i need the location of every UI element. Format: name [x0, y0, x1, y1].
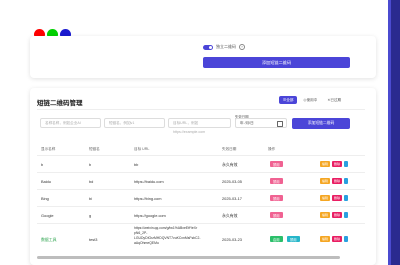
edit-button[interactable]: 编辑 — [320, 178, 330, 184]
status-badge[interactable]: 禁用 — [270, 212, 283, 218]
date-value: 年 /月/日 — [240, 121, 254, 125]
delete-button[interactable]: 删除 — [332, 178, 342, 184]
edit-button[interactable]: 编辑 — [320, 212, 330, 218]
view-expired-button[interactable]: ✕ 已过期 — [323, 96, 346, 104]
row-divider — [37, 206, 365, 207]
status-badge[interactable]: 禁用 — [270, 178, 283, 184]
row-url[interactable]: https://google.com — [134, 213, 166, 218]
row-expiry: 2025-03-17 — [222, 196, 242, 201]
row-url[interactable]: bb — [134, 162, 138, 167]
delete-button[interactable]: 删除 — [332, 236, 342, 242]
row-name: b — [41, 162, 44, 167]
add-qr-button[interactable]: 添加短链二维码 — [292, 118, 350, 129]
row-divider — [37, 189, 365, 190]
horizontal-scrollbar[interactable] — [37, 256, 340, 259]
view-active-label: 使用中 — [306, 97, 318, 102]
enable-badge[interactable]: 启用 — [270, 236, 283, 242]
row-expiry: 2025-03-23 — [222, 237, 242, 242]
toggle-label: 独立二维码 — [216, 44, 236, 49]
row-code: b — [89, 162, 92, 167]
row-name: Bing — [41, 196, 49, 201]
row-divider — [37, 223, 365, 224]
more-button[interactable] — [344, 195, 348, 201]
add-qr-button-top[interactable]: 添加短链二维码 — [203, 57, 350, 68]
help-icon[interactable]: ? — [239, 44, 245, 50]
divider — [37, 109, 365, 110]
row-divider — [37, 172, 365, 173]
url-input[interactable]: 目标URL，例如https://example.com — [168, 118, 231, 134]
row-url[interactable]: https://bing.com — [134, 196, 161, 201]
edit-button[interactable]: 编辑 — [320, 161, 330, 167]
row-name: Baidu — [41, 179, 51, 184]
more-button[interactable] — [344, 161, 348, 167]
column-header-name: 显示名称 — [41, 147, 56, 151]
calendar-icon[interactable] — [277, 121, 283, 127]
row-code: g — [89, 213, 92, 218]
status-badge[interactable]: 禁用 — [270, 195, 283, 201]
delete-button[interactable]: 删除 — [332, 212, 342, 218]
column-header-actions: 操作 — [268, 147, 276, 151]
row-name: 数据工具 — [41, 237, 57, 242]
standalone-qr-toggle[interactable] — [203, 44, 213, 50]
view-all-label: 全部 — [286, 97, 294, 102]
url-line: aAqOhmeQEMu — [134, 241, 159, 245]
row-url-long[interactable]: https://weixin.qq.com/g/tw1%ABxeEtfYeXr … — [134, 226, 214, 246]
header-divider — [37, 155, 365, 156]
delete-button[interactable]: 删除 — [332, 195, 342, 201]
edit-button[interactable]: 编辑 — [320, 236, 330, 242]
column-header-expiry: 失效日期 — [222, 147, 237, 151]
row-url[interactable]: https://baidu.com — [134, 179, 164, 184]
column-header-url: 目标 URL — [134, 147, 150, 151]
view-expired-label: 已过期 — [330, 97, 342, 102]
view-active-button[interactable]: ◎ 使用中 — [299, 96, 322, 104]
row-name: Google — [41, 213, 54, 218]
edit-button[interactable]: 编辑 — [320, 195, 330, 201]
more-button[interactable] — [344, 178, 348, 184]
row-expiry: 永久有效 — [222, 213, 238, 218]
row-expiry: 2025-03-05 — [222, 179, 242, 184]
standalone-qr-toggle-row: 独立二维码 ? — [203, 44, 245, 50]
delete-button[interactable]: 删除 — [332, 161, 342, 167]
row-expiry: 永久有效 — [222, 162, 238, 167]
more-button[interactable] — [344, 236, 348, 242]
window-edge — [388, 0, 400, 265]
expiry-date-input[interactable]: 年 /月/日 — [235, 118, 287, 128]
status-badge[interactable]: 禁用 — [287, 236, 300, 242]
code-input[interactable]: 短链名，例如v1 — [104, 118, 165, 128]
name-input[interactable]: 名称名称，例如企业AI — [40, 118, 101, 128]
row-code: bi — [89, 196, 93, 201]
status-badge[interactable]: 禁用 — [270, 161, 283, 167]
row-code: bd — [89, 179, 94, 184]
page-title: 短链二维码管理 — [37, 100, 83, 107]
more-button[interactable] — [344, 212, 348, 218]
row-code: test3 — [89, 237, 98, 242]
column-header-code: 短链名 — [89, 147, 100, 151]
view-filter-group: ☰ 全部 ◎ 使用中 ✕ 已过期 — [279, 96, 346, 104]
view-all-button[interactable]: ☰ 全部 — [279, 96, 298, 104]
